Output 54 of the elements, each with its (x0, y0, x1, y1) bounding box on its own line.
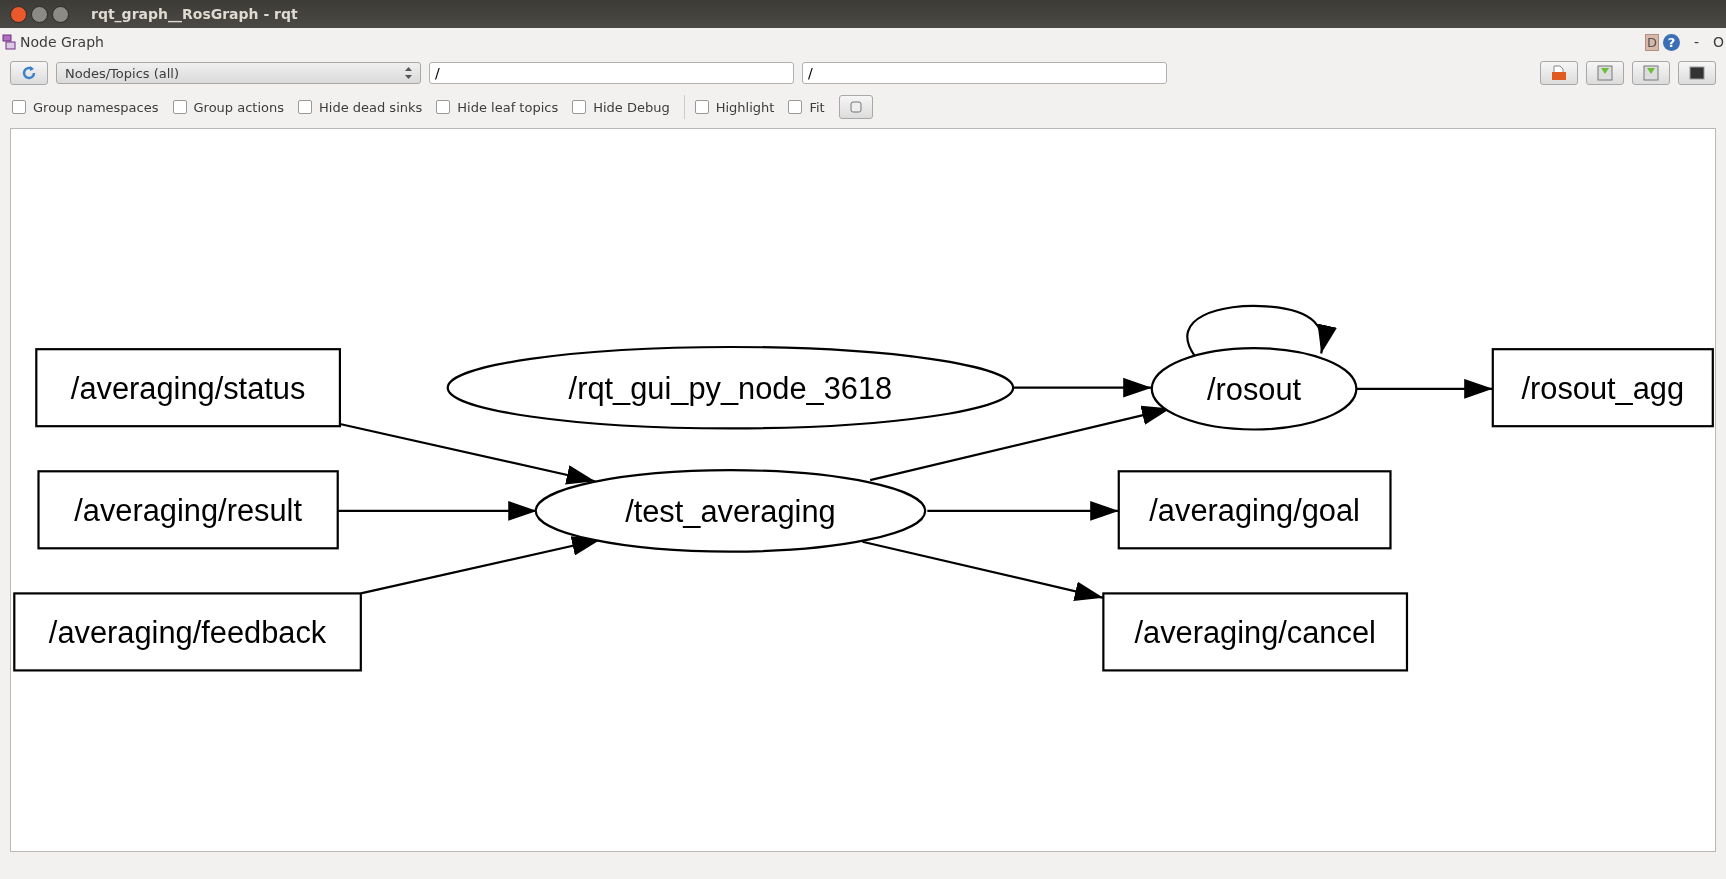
node-ellipse: /rosout (1150, 347, 1358, 431)
topic-node: /averaging/goal (1117, 470, 1392, 550)
checkbox[interactable] (788, 100, 803, 114)
fullscreen-button[interactable] (1678, 61, 1716, 85)
page-icon (849, 101, 862, 113)
option-checkbox[interactable]: Fit (788, 99, 825, 115)
option-checkbox[interactable]: Hide dead sinks (298, 99, 423, 115)
node-filter-field[interactable]: / (429, 62, 794, 84)
topic-node: /averaging/feedback (13, 592, 362, 672)
spinner-icon (405, 67, 412, 79)
checkbox[interactable] (12, 100, 26, 114)
save-dot-button[interactable] (1586, 61, 1624, 85)
checkbox[interactable] (572, 100, 587, 114)
load-button[interactable] (1540, 61, 1578, 85)
help-button[interactable]: ? (1662, 33, 1680, 51)
option-checkbox[interactable]: Hide Debug (572, 99, 670, 115)
checkbox[interactable] (298, 100, 312, 114)
option-label: Hide leaf topics (457, 99, 559, 115)
window-title: rqt_graph__RosGraph - rqt (91, 6, 298, 22)
checkbox[interactable] (436, 100, 451, 114)
graph-type-dropdown[interactable]: Nodes/Topics (all) (56, 62, 421, 84)
plugin-title: Node Graph (20, 34, 105, 50)
download-icon (1642, 65, 1660, 81)
topic-node: /averaging/status (35, 348, 342, 428)
checkbox[interactable] (172, 100, 187, 114)
node-ellipse: /test_averaging (534, 469, 927, 553)
option-label: Fit (809, 99, 825, 115)
option-label: Hide dead sinks (319, 99, 423, 115)
fit-view-button[interactable] (838, 95, 873, 119)
option-label: Group actions (193, 99, 284, 115)
option-label: Hide Debug (593, 99, 670, 115)
close-button[interactable]: O (1712, 34, 1724, 50)
refresh-icon (21, 65, 37, 81)
topic-node: /averaging/cancel (1102, 592, 1409, 672)
topic-node: /averaging/result (37, 470, 339, 550)
topic-node: /rosout_agg (1491, 348, 1714, 428)
close-icon[interactable] (10, 5, 27, 23)
option-label: Highlight (715, 99, 775, 115)
download-icon (1596, 65, 1614, 81)
refresh-button[interactable] (10, 61, 48, 85)
node-ellipse: /rqt_gui_py_node_3618 (446, 345, 1015, 430)
topic-filter-field[interactable]: / (802, 62, 1167, 84)
option-checkbox[interactable]: Hide leaf topics (436, 99, 559, 115)
debug-button[interactable]: D (1644, 33, 1659, 51)
folder-icon (1550, 65, 1568, 81)
minimize-icon[interactable] (31, 5, 48, 23)
graph-icon (2, 34, 16, 50)
option-checkbox[interactable]: Highlight (694, 99, 775, 115)
option-checkbox[interactable]: Group actions (172, 99, 284, 115)
checkbox[interactable] (694, 100, 709, 114)
maximize-icon[interactable] (52, 5, 69, 23)
minimize-button[interactable]: - (1693, 34, 1699, 50)
save-image-button[interactable] (1632, 61, 1670, 85)
square-icon (1689, 66, 1705, 80)
